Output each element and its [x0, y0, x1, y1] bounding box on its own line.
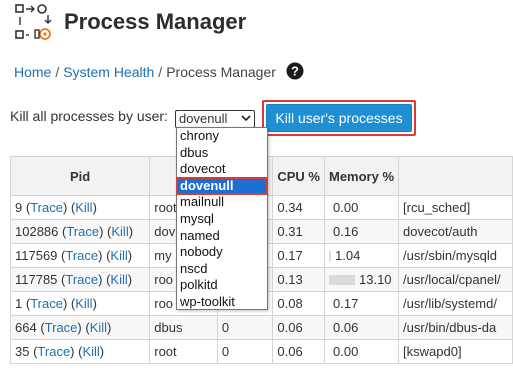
memory-value: 0.17	[333, 296, 359, 311]
memory-cell: 13.10	[323, 267, 400, 292]
process-manager-icon	[15, 4, 52, 40]
trace-link[interactable]: Trace	[45, 320, 78, 335]
memory-bar	[329, 251, 331, 261]
breadcrumb-separator: /	[158, 64, 163, 80]
memory-cell: 0.00	[323, 339, 400, 364]
command-cell: /usr/sbin/mysqld	[398, 243, 513, 268]
svg-text:?: ?	[291, 64, 299, 79]
question-circle-icon[interactable]: ?	[286, 62, 304, 80]
table-row: 664 (Trace) (Kill) dbus 0 0.06 0.06/usr/bin/…	[9, 315, 513, 340]
dropdown-option-mailnull[interactable]: mailnull	[177, 194, 267, 211]
kill-by-user-label: Kill all processes by user:	[10, 108, 168, 124]
page-title: Process Manager	[64, 9, 247, 34]
pid-value: 117785	[15, 272, 58, 287]
user-dropdown-list[interactable]: chrony dbus dovecot dovenull mailnull mysql na…	[176, 127, 268, 310]
command-cell: /usr/local/cpanel/	[398, 267, 513, 292]
column-header-memory[interactable]: Memory %	[323, 156, 400, 196]
command-cell: /usr/lib/systemd/	[398, 291, 513, 316]
dropdown-option-nobody[interactable]: nobody	[177, 244, 267, 261]
pid-cell: 1 (Trace) (Kill)	[9, 291, 151, 316]
pid-value: 35	[15, 344, 30, 359]
kill-link[interactable]: Kill	[82, 344, 99, 359]
trace-link[interactable]: Trace	[30, 200, 63, 215]
cpu-cell: 0.06	[272, 315, 325, 340]
priority-cell: 0	[216, 339, 274, 364]
priority-cell: 0	[216, 315, 274, 340]
pid-value: 9	[15, 200, 23, 215]
pid-value: 664	[15, 320, 37, 335]
pid-value: 117569	[15, 248, 58, 263]
dropdown-option-nscd[interactable]: nscd	[177, 261, 267, 278]
dropdown-option-wp-toolkit[interactable]: wp-toolkit	[177, 294, 267, 311]
cpu-cell: 0.17	[272, 243, 325, 268]
column-header-cpu[interactable]: CPU %	[272, 156, 325, 196]
command-cell: [rcu_sched]	[398, 195, 513, 220]
memory-value: 13.10	[359, 272, 392, 287]
dropdown-option-chrony[interactable]: chrony	[177, 128, 267, 145]
memory-value: 0.06	[333, 320, 359, 335]
memory-cell: 0.00	[323, 195, 400, 220]
memory-value: 0.00	[333, 344, 359, 359]
column-header-pid[interactable]: Pid	[9, 156, 151, 196]
command-cell: [kswapd0]	[398, 339, 513, 364]
memory-cell: 0.17	[323, 291, 400, 316]
cpu-cell: 0.08	[272, 291, 325, 316]
trace-link[interactable]: Trace	[65, 272, 98, 287]
trace-link[interactable]: Trace	[65, 248, 98, 263]
trace-link[interactable]: Trace	[37, 344, 70, 359]
owner-cell: dbus	[149, 315, 218, 340]
column-header-command	[398, 156, 513, 196]
breadcrumb: Home / System Health / Process Manager ?	[14, 62, 304, 80]
table-row: 35 (Trace) (Kill) root 0 0.06 0.00 [kswapd0]	[9, 339, 513, 364]
pid-cell: 35 (Trace) (Kill)	[9, 339, 151, 364]
dropdown-option-dovecot[interactable]: dovecot	[177, 161, 267, 178]
memory-bar	[329, 275, 355, 285]
dropdown-option-dovenull[interactable]: dovenull	[176, 176, 268, 196]
command-cell: /usr/bin/dbus-da	[398, 315, 513, 340]
user-select[interactable]: dovenull	[175, 110, 255, 128]
breadcrumb-current: Process Manager	[166, 64, 276, 80]
kill-link[interactable]: Kill	[111, 224, 128, 239]
memory-value: 1.04	[335, 248, 361, 263]
pid-cell: 102886 (Trace) (Kill)	[9, 219, 151, 244]
pid-cell: 117569 (Trace) (Kill)	[9, 243, 151, 268]
memory-cell: 0.16	[323, 219, 400, 244]
kill-link[interactable]: Kill	[75, 296, 92, 311]
pid-cell: 9 (Trace) (Kill)	[9, 195, 151, 220]
trace-link[interactable]: Trace	[66, 224, 99, 239]
pid-cell: 117785 (Trace) (Kill)	[9, 267, 151, 292]
cpu-cell: 0.06	[272, 339, 325, 364]
memory-value: 0.16	[333, 224, 359, 239]
page-header: Process Manager	[14, 3, 504, 43]
kill-user-processes-button[interactable]: Kill user's processes	[266, 104, 412, 132]
chevron-down-icon	[241, 115, 251, 122]
breadcrumb-home-link[interactable]: Home	[14, 64, 51, 80]
cpu-cell: 0.13	[272, 267, 325, 292]
pid-value: 1	[15, 296, 23, 311]
memory-cell: 0.06	[323, 315, 400, 340]
memory-cell: 1.04	[323, 243, 400, 268]
user-select-value: dovenull	[179, 111, 228, 126]
kill-link[interactable]: Kill	[90, 320, 107, 335]
command-cell: dovecot/auth	[398, 219, 513, 244]
dropdown-option-polkitd[interactable]: polkitd	[177, 277, 267, 294]
kill-link[interactable]: Kill	[75, 200, 92, 215]
pid-cell: 664 (Trace) (Kill)	[9, 315, 151, 340]
breadcrumb-separator: /	[55, 64, 60, 80]
dropdown-option-dbus[interactable]: dbus	[177, 145, 267, 162]
owner-cell: root	[149, 339, 218, 364]
cpu-cell: 0.31	[272, 219, 325, 244]
cpu-cell: 0.34	[272, 195, 325, 220]
memory-value: 0.00	[333, 200, 359, 215]
dropdown-option-mysql[interactable]: mysql	[177, 211, 267, 228]
pid-value: 102886	[15, 224, 59, 239]
trace-link[interactable]: Trace	[30, 296, 63, 311]
kill-link[interactable]: Kill	[110, 248, 127, 263]
dropdown-option-named[interactable]: named	[177, 228, 267, 245]
kill-link[interactable]: Kill	[110, 272, 127, 287]
breadcrumb-system-health-link[interactable]: System Health	[63, 64, 154, 80]
